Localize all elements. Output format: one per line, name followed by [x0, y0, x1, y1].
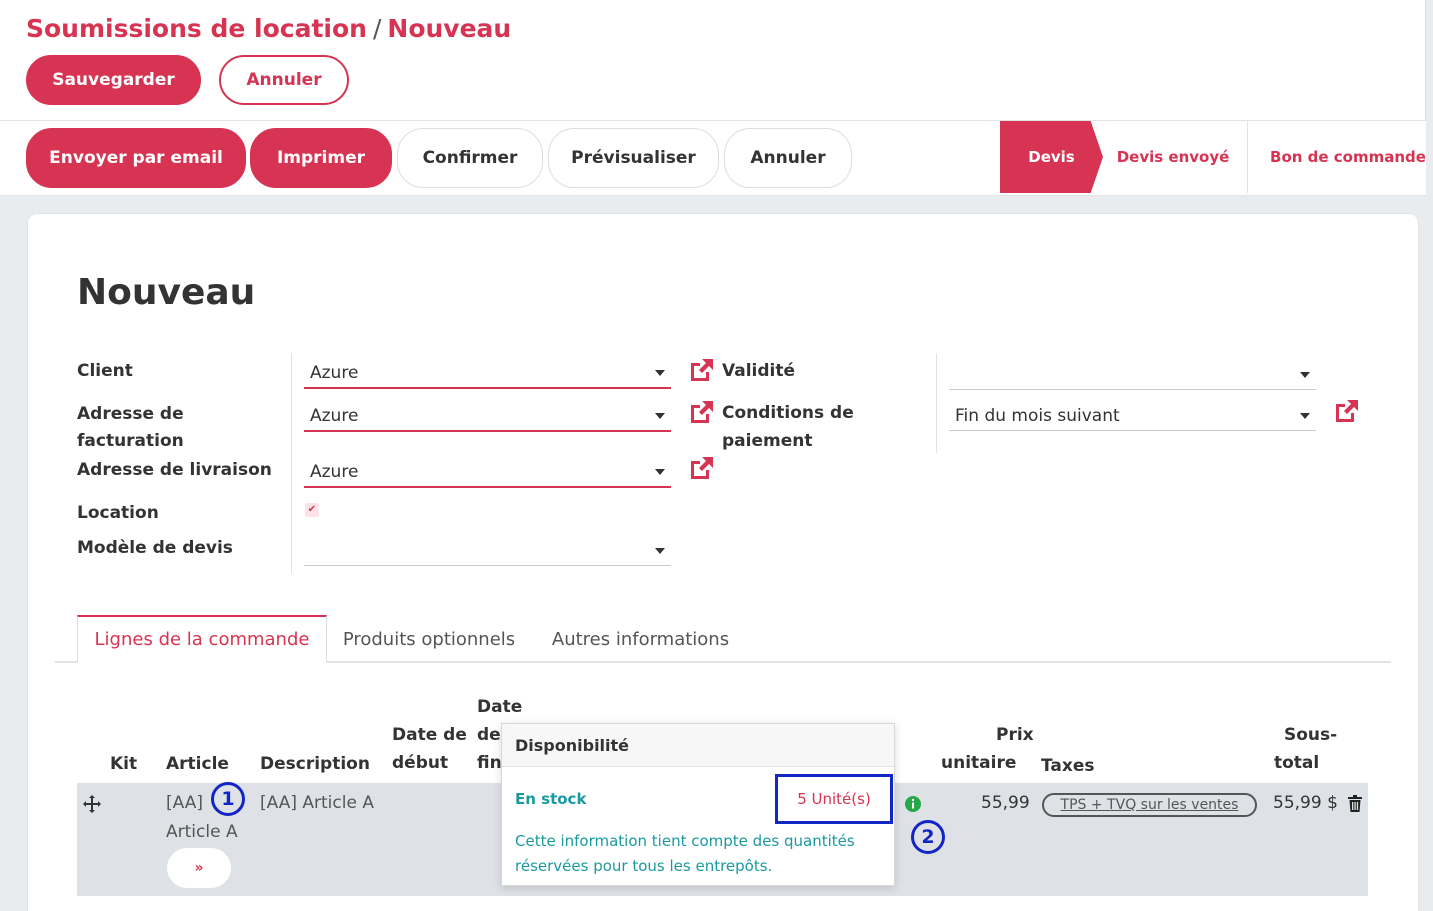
payment-terms-value: Fin du mois suivant — [955, 405, 1120, 426]
col-price-line1[interactable]: Prix — [996, 721, 1034, 749]
tab-other-info[interactable]: Autres informations — [543, 615, 738, 663]
tab-order-lines[interactable]: Lignes de la commande — [77, 615, 327, 663]
validity-label: Validité — [722, 361, 796, 381]
status-devis[interactable]: Devis — [1000, 121, 1103, 193]
billing-address-field[interactable]: Azure — [304, 402, 671, 432]
payment-terms-label-line1: Conditions de — [722, 403, 854, 423]
status-divider — [1247, 121, 1248, 193]
client-field[interactable]: Azure — [304, 359, 671, 389]
tax-tag[interactable]: TPS + TVQ sur les ventes — [1042, 793, 1257, 817]
col-start-date-line1[interactable]: Date de — [392, 721, 467, 749]
chevron-down-icon[interactable] — [655, 469, 665, 475]
external-link-icon[interactable] — [1333, 397, 1361, 425]
chevron-down-icon[interactable] — [655, 413, 665, 419]
preview-button[interactable]: Prévisualiser — [548, 128, 719, 188]
breadcrumb-separator: / — [372, 14, 382, 43]
label-divider — [291, 353, 292, 573]
col-end-date-line1[interactable]: Date — [477, 693, 522, 721]
breadcrumb-current: Nouveau — [387, 14, 512, 43]
col-article[interactable]: Article — [166, 750, 229, 778]
label-divider-right — [936, 353, 937, 453]
col-end-date-line3[interactable]: fin — [477, 749, 502, 777]
popover-title: Disponibilité — [502, 724, 894, 767]
tab-optional-products[interactable]: Produits optionnels — [335, 615, 523, 663]
info-icon[interactable] — [904, 795, 922, 813]
callout-1: 1 — [211, 782, 245, 816]
rental-label: Location — [77, 503, 159, 523]
page-title: Nouveau — [77, 272, 256, 313]
col-price-line2[interactable]: unitaire — [941, 749, 1016, 777]
action-bar: Envoyer par email Imprimer Confirmer Pré… — [0, 120, 1426, 196]
chevron-down-icon[interactable] — [1300, 371, 1310, 378]
callout-2: 2 — [911, 820, 945, 854]
col-taxes[interactable]: Taxes — [1041, 752, 1095, 780]
col-kit[interactable]: Kit — [110, 750, 137, 778]
billing-label-line1: Adresse de — [77, 404, 184, 424]
stock-quantity: 5 Unité(s) — [775, 774, 893, 824]
client-value: Azure — [310, 363, 359, 383]
shipping-value: Azure — [310, 462, 359, 482]
client-label: Client — [77, 361, 133, 381]
row-description[interactable]: [AA] Article A — [260, 789, 374, 818]
chevron-down-icon[interactable] — [1300, 412, 1310, 419]
col-description[interactable]: Description — [260, 750, 370, 778]
col-start-date-line2[interactable]: début — [392, 749, 448, 777]
discard-button[interactable]: Annuler — [219, 55, 349, 105]
rental-checkbox[interactable]: ✔ — [305, 503, 319, 517]
breadcrumb-parent[interactable]: Soumissions de location — [26, 14, 367, 43]
shipping-address-field[interactable]: Azure — [304, 458, 671, 488]
validity-field[interactable] — [949, 360, 1316, 390]
billing-value: Azure — [310, 406, 359, 426]
chevron-down-icon[interactable] — [655, 547, 665, 554]
print-button[interactable]: Imprimer — [250, 128, 392, 188]
notebook-tabs: Lignes de la commande Produits optionnel… — [55, 615, 1391, 663]
external-link-icon[interactable] — [688, 454, 716, 482]
row-subtotal: 55,99 $ — [1273, 793, 1338, 813]
trash-icon[interactable] — [1348, 795, 1362, 812]
chevron-down-icon[interactable] — [655, 370, 665, 376]
template-label: Modèle de devis — [77, 538, 233, 558]
breadcrumb: Soumissions de location / Nouveau — [26, 14, 511, 43]
external-link-icon[interactable] — [688, 398, 716, 426]
shipping-label: Adresse de livraison — [77, 460, 272, 480]
status-bon-de-commande[interactable]: Bon de commande — [1270, 121, 1426, 193]
payment-terms-field[interactable]: Fin du mois suivant — [949, 401, 1316, 431]
quote-template-field[interactable] — [304, 536, 671, 566]
cancel-order-button[interactable]: Annuler — [724, 128, 852, 188]
col-end-date-line2[interactable]: de — [477, 721, 501, 749]
stock-status: En stock — [515, 790, 587, 808]
external-link-icon[interactable] — [688, 356, 716, 384]
col-subtotal-line1[interactable]: Sous- — [1284, 721, 1337, 749]
expand-kit-button[interactable]: » — [167, 848, 231, 888]
save-button[interactable]: Sauvegarder — [26, 55, 201, 105]
row-article-line1[interactable]: [AA] — [166, 789, 203, 818]
row-article-line2[interactable]: Article A — [166, 818, 238, 847]
billing-label-line2: facturation — [77, 431, 184, 451]
row-unit-price[interactable]: 55,99 — [981, 789, 1030, 818]
stock-note: Cette information tient compte des quant… — [515, 832, 855, 875]
confirm-button[interactable]: Confirmer — [397, 128, 543, 188]
send-email-button[interactable]: Envoyer par email — [26, 128, 246, 188]
payment-terms-label-line2: paiement — [722, 431, 813, 451]
col-subtotal-line2[interactable]: total — [1274, 749, 1319, 777]
status-devis-envoye[interactable]: Devis envoyé — [1103, 121, 1243, 193]
control-panel: Soumissions de location / Nouveau Sauvegar… — [0, 0, 1426, 120]
availability-popover: Disponibilité En stock 5 Unité(s) Cette … — [501, 723, 895, 886]
drag-handle-icon[interactable] — [82, 794, 102, 814]
